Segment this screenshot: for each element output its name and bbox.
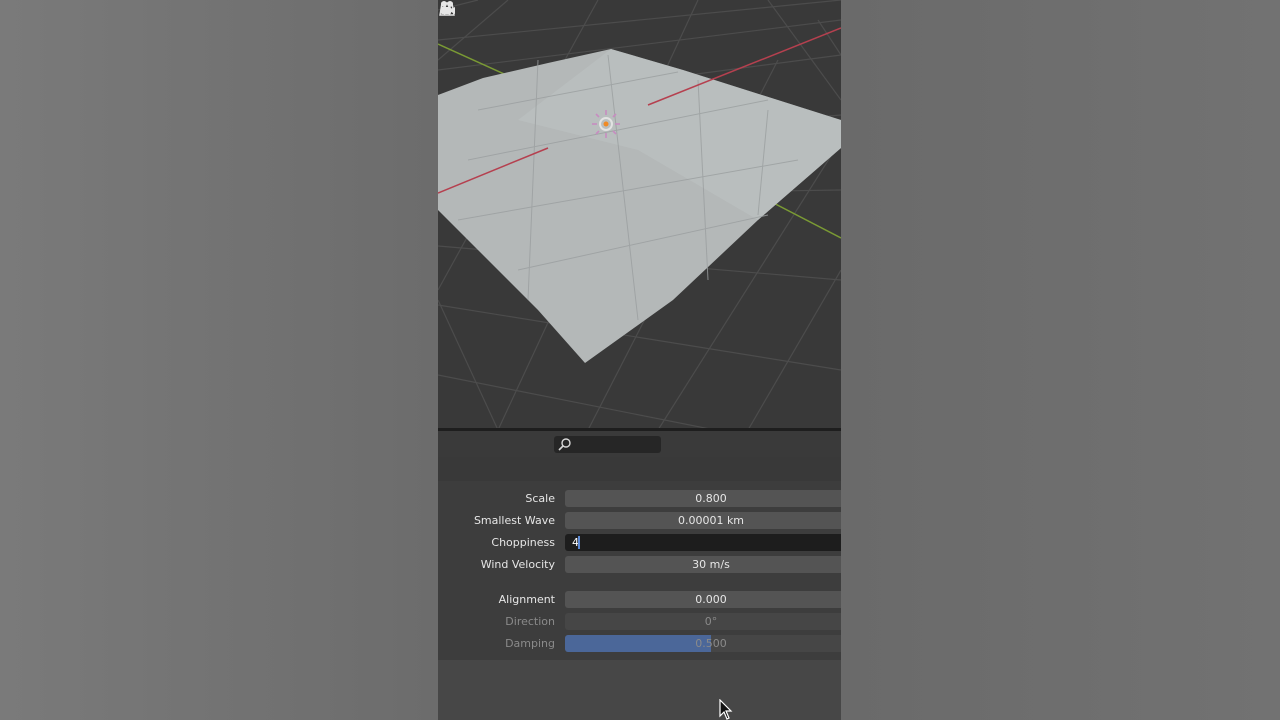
smallest-wave-field[interactable]: 0.00001 km bbox=[565, 512, 841, 529]
alignment-field[interactable]: 0.000 bbox=[565, 591, 841, 608]
choppiness-label: Choppiness bbox=[491, 536, 555, 549]
text-caret bbox=[578, 536, 580, 549]
scale-row: Scale 0.800 bbox=[438, 490, 841, 507]
properties-subheader bbox=[438, 457, 841, 481]
left-blurred-background bbox=[0, 0, 438, 720]
right-blurred-background bbox=[841, 0, 1280, 720]
smallest-wave-value: 0.00001 km bbox=[677, 514, 745, 527]
scale-field[interactable]: 0.800 bbox=[565, 490, 841, 507]
wind-velocity-field[interactable]: 30 m/s bbox=[565, 556, 841, 573]
smallest-wave-row: Smallest Wave 0.00001 km bbox=[438, 512, 841, 529]
3d-viewport[interactable] bbox=[438, 0, 841, 430]
direction-label: Direction bbox=[505, 615, 555, 628]
axis-y-line bbox=[438, 43, 514, 79]
direction-value: 0° bbox=[704, 615, 718, 628]
ocean-modifier-panel: Scale 0.800 Smallest Wave 0.00001 km Cho… bbox=[438, 481, 841, 660]
search-icon bbox=[558, 438, 571, 451]
damping-label: Damping bbox=[505, 637, 555, 650]
choppiness-input[interactable]: 4 bbox=[565, 534, 841, 551]
damping-slider[interactable]: 0.500 bbox=[565, 635, 841, 652]
direction-field[interactable]: 0° bbox=[565, 613, 841, 630]
search-field[interactable] bbox=[554, 436, 661, 453]
properties-header bbox=[438, 431, 841, 457]
damping-value: 0.500 bbox=[695, 637, 727, 650]
grid-icon[interactable] bbox=[438, 0, 456, 18]
damping-row: Damping 0.500 bbox=[438, 635, 841, 652]
direction-row: Direction 0° bbox=[438, 613, 841, 630]
app-window: Scale 0.800 Smallest Wave 0.00001 km Cho… bbox=[438, 0, 841, 720]
choppiness-row: Choppiness 4 bbox=[438, 534, 841, 551]
alignment-label: Alignment bbox=[498, 593, 555, 606]
mouse-cursor-icon bbox=[719, 699, 733, 720]
wind-velocity-row: Wind Velocity 30 m/s bbox=[438, 556, 841, 573]
scale-label: Scale bbox=[525, 492, 555, 505]
alignment-value: 0.000 bbox=[695, 593, 727, 606]
properties-empty-area bbox=[438, 660, 841, 720]
scale-value: 0.800 bbox=[695, 492, 727, 505]
viewport-scene bbox=[438, 0, 841, 430]
light-gizmo[interactable] bbox=[592, 110, 620, 138]
wind-velocity-label: Wind Velocity bbox=[480, 558, 555, 571]
smallest-wave-label: Smallest Wave bbox=[473, 514, 555, 527]
wind-velocity-value: 30 m/s bbox=[692, 558, 730, 571]
alignment-row: Alignment 0.000 bbox=[438, 591, 841, 608]
